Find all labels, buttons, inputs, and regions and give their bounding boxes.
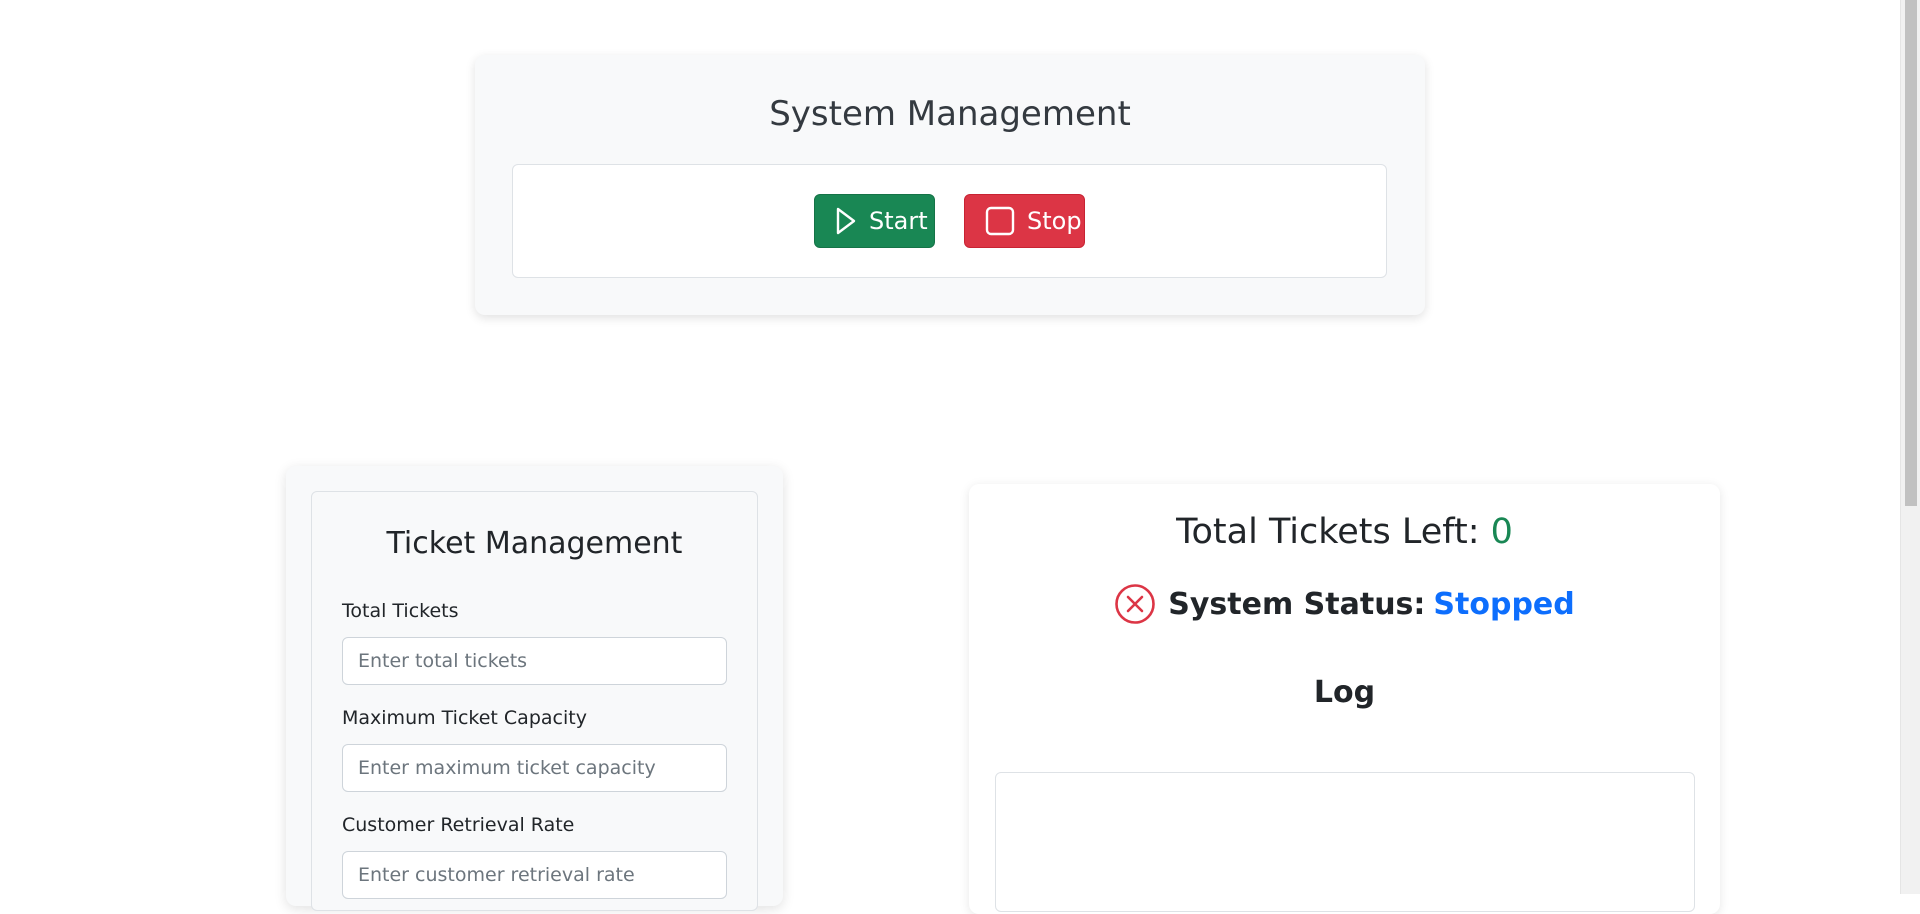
stop-button-label: Stop bbox=[1027, 207, 1082, 235]
total-tickets-label: Total Tickets bbox=[342, 600, 459, 622]
stop-button[interactable]: Stop bbox=[964, 194, 1085, 248]
start-button[interactable]: Start bbox=[814, 194, 935, 248]
tickets-left-heading: Total Tickets Left: 0 bbox=[969, 512, 1720, 552]
tickets-left-label: Total Tickets Left: bbox=[1176, 512, 1480, 552]
system-status-value: Stopped bbox=[1433, 586, 1575, 622]
max-ticket-capacity-label: Maximum Ticket Capacity bbox=[342, 707, 587, 729]
system-status: System Status: Stopped bbox=[969, 583, 1720, 625]
system-status-label: System Status: bbox=[1168, 586, 1426, 622]
play-icon bbox=[835, 206, 857, 236]
stop-square-icon bbox=[985, 206, 1015, 236]
page-scrollbar[interactable] bbox=[1900, 0, 1920, 894]
customer-retrieval-rate-label: Customer Retrieval Rate bbox=[342, 814, 575, 836]
ticket-management-title: Ticket Management bbox=[386, 526, 683, 561]
customer-retrieval-rate-input[interactable] bbox=[342, 851, 727, 899]
system-management-title: System Management bbox=[769, 94, 1131, 134]
start-button-label: Start bbox=[869, 207, 928, 235]
system-controls-panel bbox=[512, 164, 1387, 278]
tickets-left-value: 0 bbox=[1490, 512, 1513, 552]
total-tickets-input[interactable] bbox=[342, 637, 727, 685]
max-ticket-capacity-input[interactable] bbox=[342, 744, 727, 792]
log-title: Log bbox=[1313, 675, 1376, 710]
log-box[interactable] bbox=[995, 772, 1695, 912]
scrollbar-thumb[interactable] bbox=[1905, 0, 1917, 506]
x-circle-icon bbox=[1114, 583, 1156, 625]
